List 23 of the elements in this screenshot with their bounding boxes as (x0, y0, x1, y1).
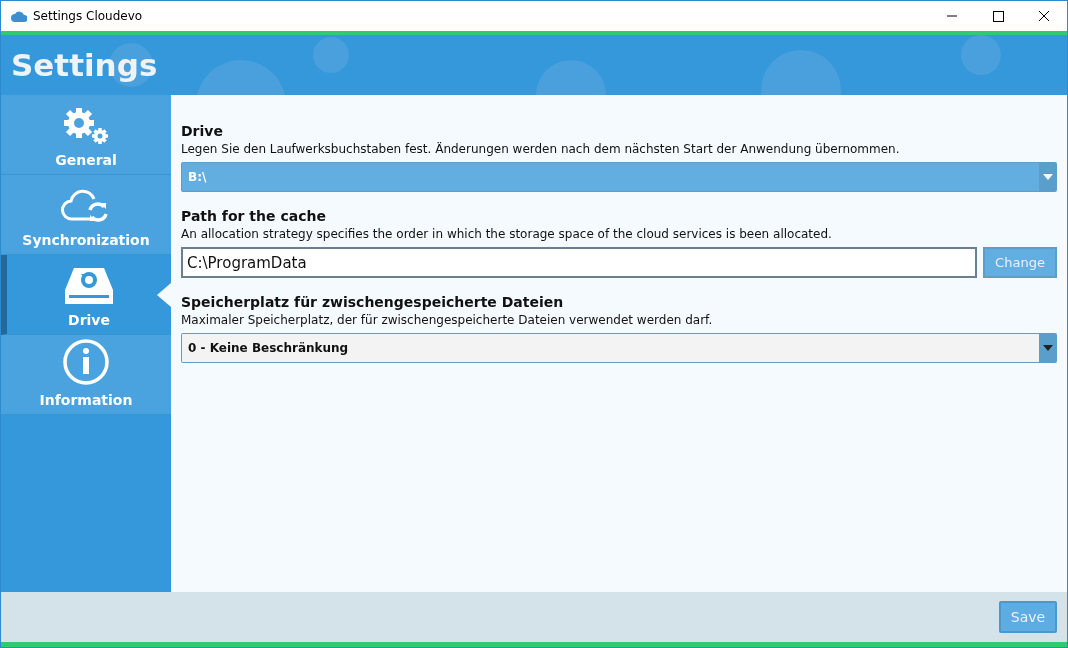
save-button[interactable]: Save (999, 601, 1057, 633)
section-heading: Drive (181, 123, 223, 139)
section-description: Maximaler Speicherplatz, der für zwischengespeicherte Dateien verwendet werden darf. (181, 313, 714, 327)
caret-icon (1043, 345, 1053, 351)
dropdown[interactable]: 0 - Keine Beschränkung (181, 333, 1057, 363)
path-input-field[interactable]: C:\ProgramData (181, 247, 977, 278)
info-icon (62, 338, 110, 386)
section-heading: Speicherplatz für zwischengespeicherte Dateien (181, 294, 564, 310)
sidebar-item[interactable]: Information (1, 335, 171, 415)
dropdown[interactable]: B:\ (181, 162, 1057, 192)
section-description: An allocation strategy specifies the order in which the storage space of the cloud services is been allocated. (181, 227, 833, 241)
sidebar-item[interactable]: Synchronization (1, 175, 171, 255)
window-title: Settings Cloudevo (33, 9, 144, 23)
section-description: Legen Sie den Laufwerksbuchstaben fest. Änderungen werden nach dem nächsten Start der Anwendung übernommen. (181, 142, 901, 156)
sidebar-item[interactable]: Drive (1, 255, 171, 335)
change-button[interactable]: Change (983, 247, 1057, 278)
sidebar-item[interactable]: General (1, 95, 171, 175)
section-heading: Path for the cache (181, 208, 326, 224)
caret-icon (1043, 174, 1053, 180)
drive-icon (64, 266, 114, 306)
gears-icon (61, 106, 111, 146)
page-title: Settings (11, 47, 158, 83)
cloud-logo-icon (11, 10, 27, 22)
